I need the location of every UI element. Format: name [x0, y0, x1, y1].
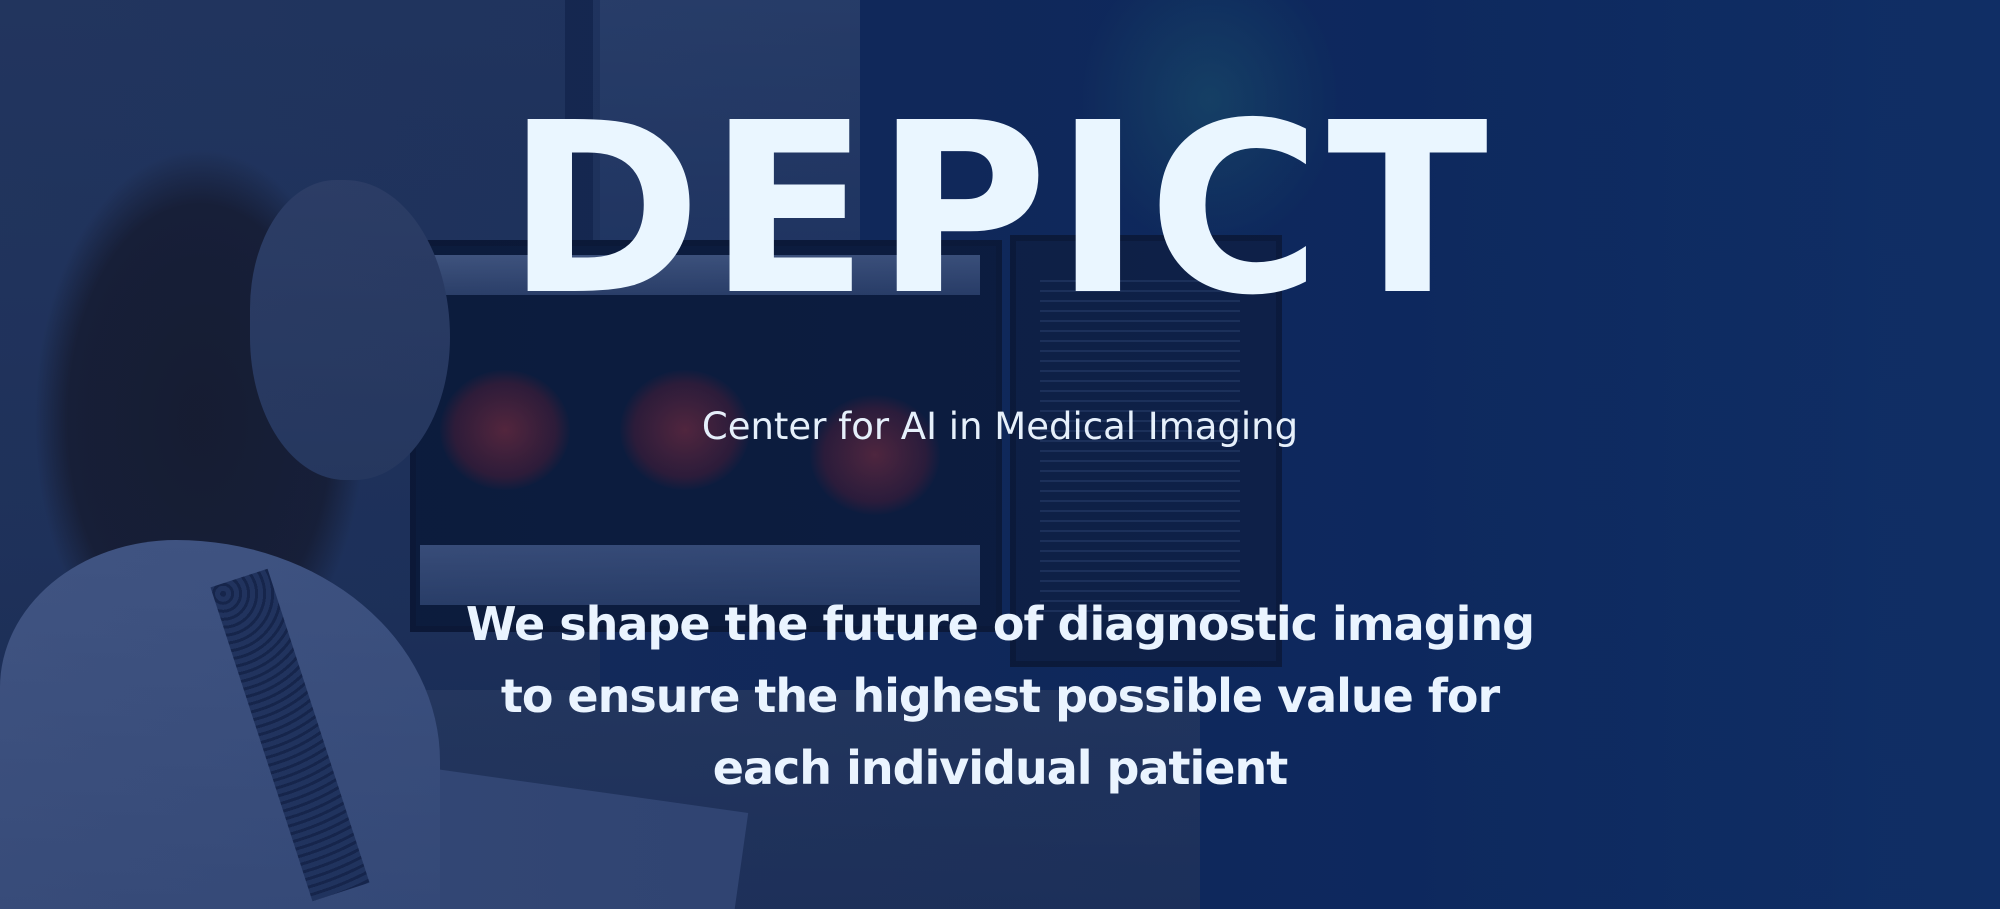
brand-title: DEPICT	[505, 72, 1495, 347]
hero-content: DEPICT Center for AI in Medical Imaging …	[0, 0, 2000, 909]
hero-banner: DEPICT Center for AI in Medical Imaging …	[0, 0, 2000, 909]
mission-line: We shape the future of diagnostic imagin…	[465, 597, 1535, 651]
mission-line: to ensure the highest possible value for	[500, 669, 1500, 723]
brand-subtitle: Center for AI in Medical Imaging	[701, 405, 1299, 448]
mission-statement: We shape the future of diagnostic imagin…	[450, 588, 1550, 804]
mission-line: each individual patient	[712, 741, 1288, 795]
